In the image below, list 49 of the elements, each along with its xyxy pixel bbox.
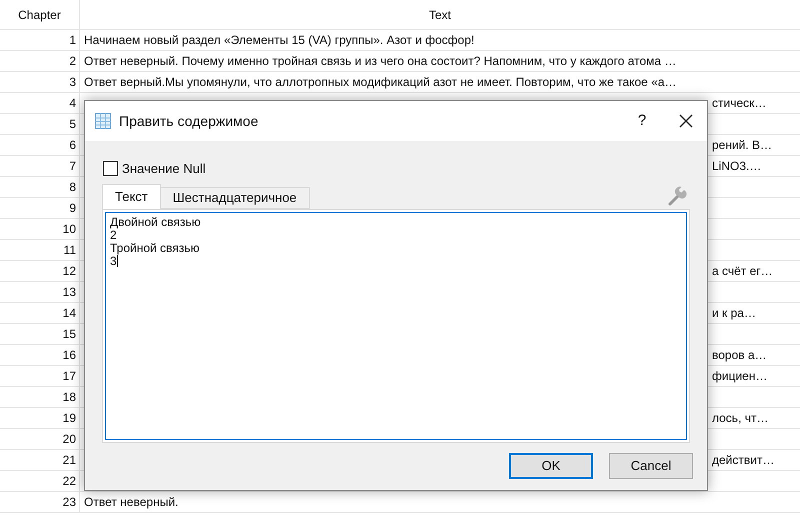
- row-number-cell-text: 10: [62, 221, 76, 238]
- help-button[interactable]: ?: [627, 110, 657, 132]
- tab[interactable]: Текст: [102, 184, 161, 208]
- row-number-cell-text: 12: [62, 263, 76, 280]
- dialog-button[interactable]: OK: [509, 452, 593, 478]
- row-number-cell-text: 14: [62, 305, 76, 322]
- table-cell-text: рений. В…: [712, 137, 772, 154]
- table-cell-text: лось, чт…: [712, 410, 768, 427]
- table-cell-text: Ответ неверный. Почему именно тройная связь и из чего она состоит? Напомним, что у каждого атома …: [84, 53, 676, 70]
- table-icon: [95, 113, 111, 129]
- table-cell-text: а счёт ег…: [712, 263, 773, 280]
- table-cell-text: воров а…: [712, 347, 767, 364]
- row-number-cell-text: 4: [69, 95, 76, 112]
- column-header[interactable]: Chapter: [0, 0, 80, 29]
- dialog-button[interactable]: Cancel: [609, 452, 693, 478]
- row-number-cell-text: 6: [69, 137, 76, 154]
- table-cell-text: Ответ неверный.: [84, 494, 178, 511]
- row-number-cell-text: 17: [62, 368, 76, 385]
- row-number-cell-text: 19: [62, 410, 76, 427]
- row-number-cell-text: 7: [69, 158, 76, 175]
- row-number-cell-text: 9: [69, 200, 76, 217]
- table-cell-text: Начинаем новый раздел «Элементы 15 (VA) группы». Азот и фосфор!: [84, 32, 474, 49]
- row-number-cell-text: 3: [69, 74, 76, 91]
- row-number-cell-text: 18: [62, 389, 76, 406]
- row-number-cell-text: 13: [62, 284, 76, 301]
- row-number-cell-text: 22: [62, 473, 76, 490]
- text-editor-field[interactable]: Двойной связью 2 Тройной связью 3: [105, 212, 687, 440]
- row-number-cell-text: 8: [69, 179, 76, 196]
- row-number-cell-text: 5: [69, 116, 76, 133]
- table-cell-text: и к ра…: [712, 305, 756, 322]
- row-number-cell-text: 2: [69, 53, 76, 70]
- checkbox-label: Значение Null: [122, 160, 206, 178]
- tab[interactable]: Шестнадцатеричное: [160, 186, 310, 208]
- table-cell-text: фициен…: [712, 368, 768, 385]
- table-cell-text: LiNO3.…: [712, 158, 762, 175]
- table-cell-text: действит…: [712, 452, 774, 469]
- table-cell-text: Ответ верный.Мы упомянули, что аллотропных модификаций азот не имеет. Повторим, что же такое «а…: [84, 74, 677, 91]
- dialog-title: Править содержимое: [119, 112, 260, 131]
- row-number-cell-text: 21: [62, 452, 76, 469]
- null-checkbox[interactable]: [103, 161, 118, 176]
- row-number-cell-text: 20: [62, 431, 76, 448]
- row-number-cell-text: 23: [62, 494, 76, 511]
- column-header[interactable]: Text: [80, 0, 800, 29]
- row-number-cell-text: 1: [69, 32, 76, 49]
- row-number-cell-text: 11: [64, 242, 76, 259]
- table-cell-text: стическ…: [712, 95, 766, 112]
- close-icon[interactable]: [679, 114, 693, 128]
- row-number-cell-text: 15: [62, 326, 76, 343]
- row-number-cell-text: 16: [62, 347, 76, 364]
